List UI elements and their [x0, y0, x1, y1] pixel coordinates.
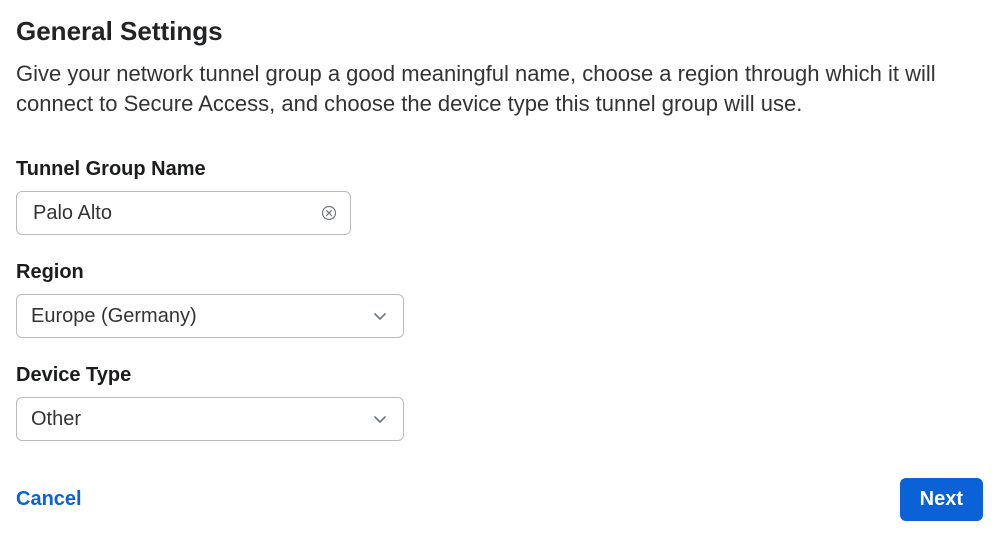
- field-tunnel-group-name: Tunnel Group Name: [16, 158, 983, 235]
- cancel-button[interactable]: Cancel: [16, 488, 82, 511]
- close-circle-icon: [321, 205, 337, 221]
- device-type-select-value: Other: [31, 408, 81, 431]
- device-type-label: Device Type: [16, 364, 983, 387]
- clear-input-icon[interactable]: [320, 204, 338, 222]
- field-device-type: Device Type Other: [16, 364, 983, 441]
- field-region: Region Europe (Germany): [16, 261, 983, 338]
- tunnel-group-name-input-wrap[interactable]: [16, 191, 351, 235]
- next-button[interactable]: Next: [900, 478, 983, 521]
- tunnel-group-name-input[interactable]: [31, 201, 308, 226]
- page-description: Give your network tunnel group a good me…: [16, 59, 983, 118]
- footer-actions: Cancel Next: [16, 478, 983, 521]
- device-type-select[interactable]: Other: [16, 397, 404, 441]
- chevron-down-icon: [371, 307, 389, 325]
- page-title: General Settings: [16, 16, 983, 47]
- region-label: Region: [16, 261, 983, 284]
- tunnel-group-name-label: Tunnel Group Name: [16, 158, 983, 181]
- region-select[interactable]: Europe (Germany): [16, 294, 404, 338]
- chevron-down-icon: [371, 410, 389, 428]
- region-select-value: Europe (Germany): [31, 305, 197, 328]
- general-settings-page: General Settings Give your network tunne…: [0, 0, 999, 539]
